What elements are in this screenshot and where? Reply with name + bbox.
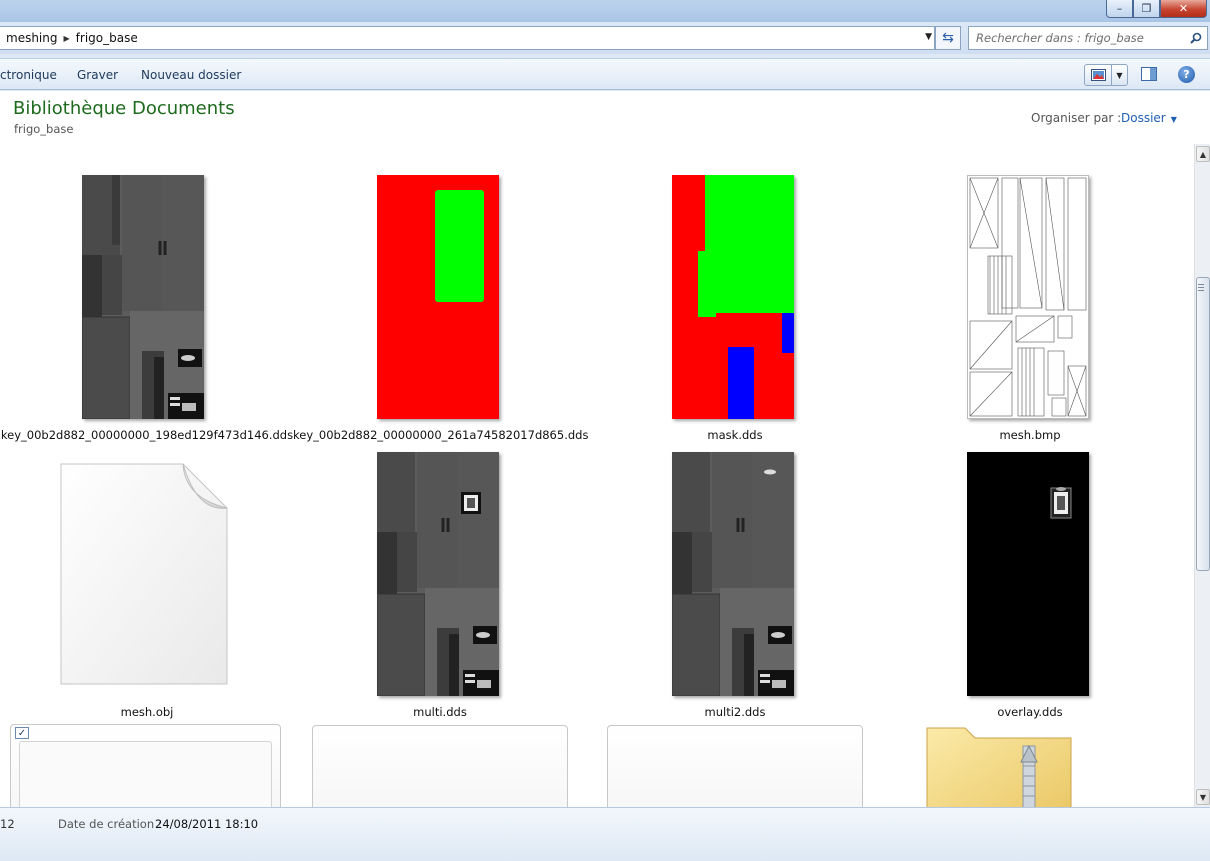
item-count: 12	[0, 817, 15, 831]
texture-thumbnail[interactable]	[967, 452, 1089, 696]
file-name[interactable]: mesh.obj	[0, 705, 294, 719]
search-icon[interactable]	[1185, 32, 1207, 44]
file-item[interactable]	[312, 725, 568, 807]
refresh-icon: ⇆	[942, 30, 954, 46]
texture-thumbnail[interactable]	[672, 175, 794, 419]
zip-folder-icon[interactable]	[925, 726, 1073, 807]
scrollbar-thumb[interactable]	[1196, 277, 1210, 571]
preview-pane-icon[interactable]	[1141, 67, 1157, 81]
library-subtitle: frigo_base	[14, 122, 74, 136]
title-bar: – ❐ ✕	[0, 0, 1210, 22]
details-pane: 12 Date de création : 24/08/2011 18:10	[0, 807, 1210, 861]
file-item[interactable]	[607, 725, 863, 807]
search-box[interactable]	[968, 26, 1208, 50]
maximize-button[interactable]: ❐	[1133, 0, 1160, 18]
scrollbar-grip-icon	[1198, 284, 1204, 291]
breadcrumb-frigo-base[interactable]: frigo_base	[70, 31, 144, 45]
command-new-folder[interactable]: Nouveau dossier	[141, 68, 241, 82]
library-header: Bibliothèque Documents frigo_base Organi…	[0, 91, 1210, 144]
navigation-row: meshing ▶ frigo_base ▼ ⇆	[0, 22, 1210, 54]
creation-date-label: Date de création :	[58, 817, 162, 831]
minimize-button[interactable]: –	[1106, 0, 1133, 18]
view-thumbnail-icon[interactable]	[1085, 65, 1112, 85]
file-name[interactable]: mesh.bmp	[883, 428, 1177, 442]
texture-thumbnail[interactable]	[82, 175, 204, 419]
texture-thumbnail[interactable]	[377, 175, 499, 419]
document-file-icon[interactable]	[57, 462, 229, 686]
command-electronic-mail[interactable]: ctronique	[0, 68, 57, 82]
window-controls: – ❐ ✕	[1106, 0, 1207, 18]
arrange-by-label: Organiser par :	[1031, 111, 1122, 125]
file-name[interactable]: mask.dds	[588, 428, 882, 442]
file-view: key_00b2d882_00000000_198ed129f473d146.d…	[0, 144, 1194, 807]
help-icon[interactable]: ?	[1178, 66, 1195, 83]
library-title: Bibliothèque Documents	[13, 98, 235, 119]
address-bar[interactable]: meshing ▶ frigo_base ▼	[0, 26, 935, 50]
texture-thumbnail[interactable]	[377, 452, 499, 696]
change-view-button[interactable]: ▼	[1084, 64, 1128, 86]
creation-date-value: 24/08/2011 18:10	[155, 817, 259, 831]
close-button[interactable]: ✕	[1160, 0, 1207, 18]
file-item[interactable]: ✓	[10, 724, 281, 807]
scroll-up-icon[interactable]: ▲	[1196, 146, 1210, 162]
arrange-by-value[interactable]: Dossier	[1121, 111, 1166, 125]
vertical-scrollbar[interactable]: ▲ ▼	[1194, 144, 1210, 807]
chevron-down-icon[interactable]: ▼	[1171, 115, 1177, 124]
file-name[interactable]: overlay.dds	[883, 705, 1177, 719]
file-name[interactable]: key_00b2d882_00000000_198ed129f473d146.d…	[0, 428, 294, 442]
refresh-button[interactable]: ⇆	[935, 26, 961, 50]
command-burn[interactable]: Graver	[77, 68, 118, 82]
texture-thumbnail[interactable]	[967, 175, 1089, 419]
file-name[interactable]: multi2.dds	[588, 705, 882, 719]
arrange-by-dropdown[interactable]: Dossier ▼	[1121, 111, 1177, 125]
search-input[interactable]	[969, 31, 1185, 45]
texture-thumbnail[interactable]	[672, 452, 794, 696]
view-dropdown-icon[interactable]: ▼	[1112, 65, 1127, 85]
file-name[interactable]: key_00b2d882_00000000_261a74582017d865.d…	[293, 428, 588, 442]
breadcrumb-meshing[interactable]: meshing	[0, 31, 64, 45]
file-name[interactable]: multi.dds	[293, 705, 587, 719]
scroll-down-icon[interactable]: ▼	[1196, 789, 1210, 805]
command-bar: ctronique Graver Nouveau dossier ▼ ?	[0, 58, 1210, 90]
item-checkbox[interactable]: ✓	[15, 727, 29, 739]
address-history-dropdown-icon[interactable]: ▼	[925, 32, 932, 42]
